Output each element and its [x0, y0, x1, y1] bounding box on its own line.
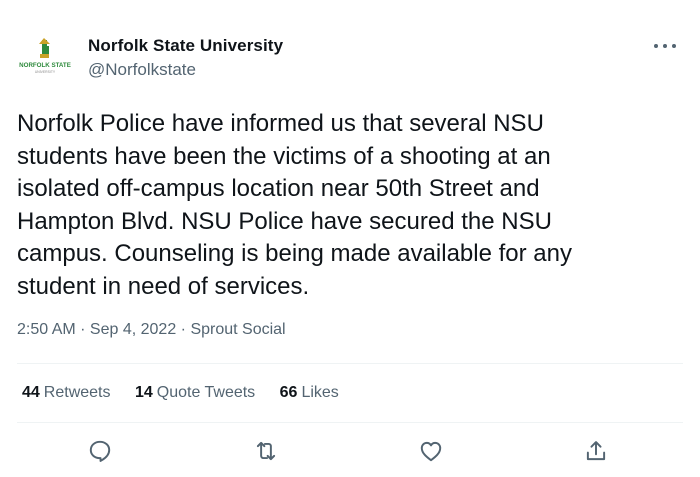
- tweet-text-line: students have been the victims of a shoo…: [17, 142, 551, 170]
- retweets-label: Retweets: [43, 384, 111, 401]
- divider: [17, 363, 683, 364]
- dot: [672, 44, 676, 48]
- meta-separator: ·: [176, 321, 191, 338]
- like-button[interactable]: [418, 438, 444, 464]
- tweet-text: Norfolk Police have informed us that sev…: [17, 108, 677, 303]
- likes-count: 66: [279, 384, 298, 401]
- logo-subtext: UNIVERSITY: [35, 70, 56, 74]
- tweet-card: NORFOLK STATE UNIVERSITY Norfolk State U…: [0, 0, 700, 477]
- tweet-source[interactable]: Sprout Social: [190, 321, 285, 338]
- tweet-text-line: Norfolk Police have informed us that sev…: [17, 110, 544, 137]
- author-name[interactable]: Norfolk State University: [88, 36, 283, 56]
- tweet-text-line: campus. Counseling is being made availab…: [17, 240, 572, 267]
- retweets-stat[interactable]: 44 Retweets: [22, 384, 111, 402]
- tweet-text-line: Hampton Blvd. NSU Police have secured th…: [17, 207, 552, 235]
- likes-stat[interactable]: 66 Likes: [280, 384, 339, 402]
- tweet-text-line: isolated off-campus location near 50th S…: [17, 175, 540, 202]
- likes-label: Likes: [301, 384, 339, 401]
- tweet-time[interactable]: 2:50 AM: [17, 321, 76, 338]
- retweet-button[interactable]: [253, 438, 279, 464]
- share-icon: [586, 441, 606, 461]
- meta-separator: ·: [75, 321, 90, 338]
- tweet-text-line: student in need of services.: [17, 272, 310, 300]
- nsu-logo-icon: NORFOLK STATE UNIVERSITY: [19, 38, 71, 74]
- retweet-icon: [256, 441, 276, 461]
- avatar[interactable]: NORFOLK STATE UNIVERSITY: [17, 36, 73, 80]
- tweet-date[interactable]: Sep 4, 2022: [90, 321, 176, 338]
- share-button[interactable]: [583, 438, 609, 464]
- author-handle[interactable]: @Norfolkstate: [88, 60, 196, 80]
- reply-button[interactable]: [87, 438, 113, 464]
- dot: [663, 44, 667, 48]
- more-options-icon[interactable]: [654, 36, 676, 56]
- tweet-stats: 44 Retweets 14 Quote Tweets 66 Likes: [22, 384, 359, 402]
- tweet-meta: 2:50 AM · Sep 4, 2022 · Sprout Social: [17, 321, 286, 339]
- dot: [654, 44, 658, 48]
- quote-tweets-count: 14: [134, 384, 153, 401]
- heart-icon: [420, 441, 442, 462]
- logo-text: NORFOLK STATE: [19, 62, 71, 69]
- quote-tweets-stat[interactable]: 14 Quote Tweets: [135, 384, 255, 402]
- divider: [17, 422, 683, 423]
- reply-icon: [89, 440, 111, 462]
- retweets-count: 44: [22, 384, 40, 401]
- quote-tweets-label: Quote Tweets: [156, 384, 256, 401]
